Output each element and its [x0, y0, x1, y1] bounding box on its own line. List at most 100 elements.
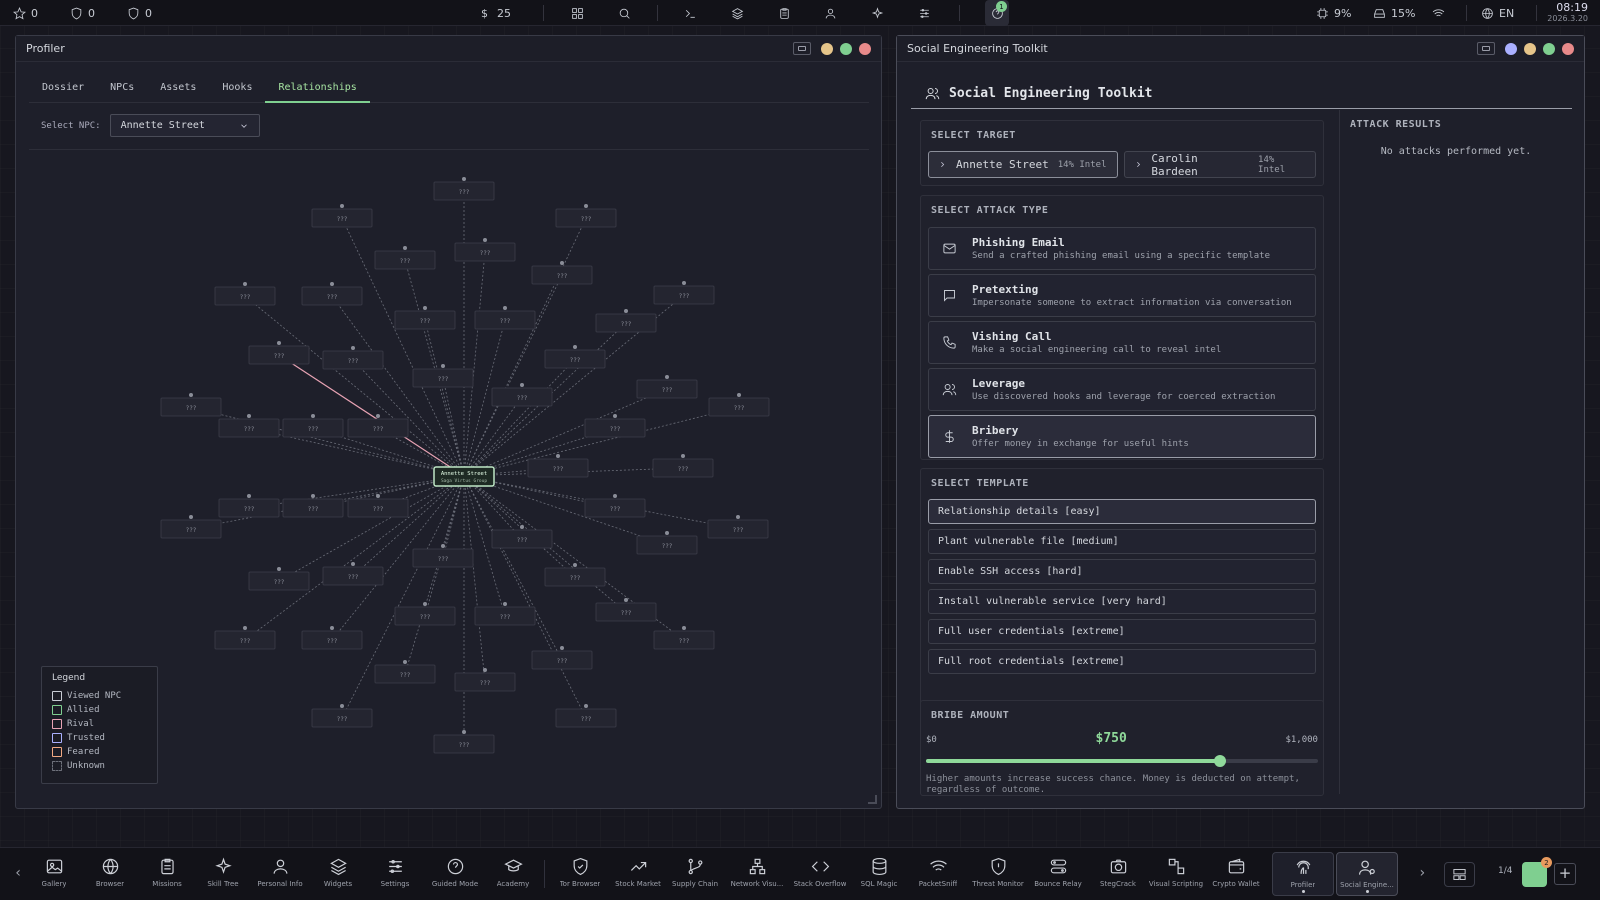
npc-node-unknown[interactable]: ???	[433, 730, 495, 754]
npc-node-unknown[interactable]: ???	[347, 414, 409, 438]
npc-node-unknown[interactable]: ???	[301, 626, 363, 650]
money-counter[interactable]: $ 25	[481, 0, 511, 26]
minimize-button[interactable]	[1524, 42, 1536, 55]
npc-node-unknown[interactable]: ???	[653, 281, 715, 305]
user-button[interactable]	[824, 0, 837, 26]
npc-node-unknown[interactable]: ???	[544, 563, 606, 587]
dock-app-personal-info[interactable]: Personal Info	[249, 852, 311, 896]
template-plant-vulnerable-file[interactable]: Plant vulnerable file [medium]	[928, 529, 1316, 554]
npc-node-unknown[interactable]: ???	[454, 668, 516, 692]
dock-app-academy[interactable]: Academy	[482, 852, 544, 896]
npc-node-unknown[interactable]: ???	[555, 704, 617, 728]
dock-app-stock-market[interactable]: Stock Market	[607, 852, 669, 896]
dock-app-skill-tree[interactable]: Skill Tree	[192, 852, 254, 896]
template-enable-ssh[interactable]: Enable SSH access [hard]	[928, 559, 1316, 584]
chat-button[interactable]: 2	[1522, 857, 1552, 887]
npc-node-unknown[interactable]: ???	[347, 494, 409, 518]
language-selector[interactable]: EN	[1481, 0, 1514, 26]
template-root-credentials[interactable]: Full root credentials [extreme]	[928, 649, 1316, 674]
npc-node-unknown[interactable]: ???	[160, 515, 222, 539]
attack-leverage[interactable]: Leverage Use discovered hooks and leverag…	[928, 368, 1316, 411]
npc-node-unknown[interactable]: ???	[707, 515, 769, 539]
npc-node-unknown[interactable]: ???	[544, 345, 606, 369]
npc-node-unknown[interactable]: ???	[311, 204, 373, 228]
npc-node-unknown[interactable]: ???	[412, 544, 474, 568]
target-annette-street[interactable]: Annette Street 14% Intel	[928, 151, 1118, 178]
npc-node-unknown[interactable]: ???	[301, 282, 363, 306]
npc-node-unknown[interactable]: ???	[160, 393, 222, 417]
workspace-pager[interactable]: 1/4	[1498, 866, 1512, 876]
shield-counter-a[interactable]: 0	[70, 0, 95, 26]
notifications-button[interactable]: 1	[985, 0, 1009, 26]
dock-app-tor-browser[interactable]: Tor Browser	[549, 852, 611, 896]
bribe-slider-thumb[interactable]	[1214, 755, 1226, 767]
wifi-indicator[interactable]	[1432, 0, 1445, 26]
npc-node-unknown[interactable]: ???	[218, 414, 280, 438]
npc-node-unknown[interactable]: ???	[584, 494, 646, 518]
dock-app-stack-overflow[interactable]: Stack Overflow	[789, 852, 851, 896]
npc-node-unknown[interactable]: ???	[653, 626, 715, 650]
dock-app-gallery[interactable]: Gallery	[23, 852, 85, 896]
dock-app-widgets[interactable]: Widgets	[307, 852, 369, 896]
npc-node-unknown[interactable]: ???	[218, 494, 280, 518]
info-button[interactable]	[1505, 42, 1517, 55]
search-button[interactable]	[618, 0, 631, 26]
dock-app-browser[interactable]: Browser	[79, 852, 141, 896]
npc-node-unknown[interactable]: ???	[652, 454, 714, 478]
layers-button[interactable]	[731, 0, 744, 26]
dock-app-threat-monitor[interactable]: Threat Monitor	[967, 852, 1029, 896]
npc-node-unknown[interactable]: ???	[636, 531, 698, 555]
template-relationship-details[interactable]: Relationship details [easy]	[928, 499, 1316, 524]
npc-node-unknown[interactable]: ???	[527, 454, 589, 478]
npc-node-unknown[interactable]: ???	[248, 341, 310, 365]
dock-app-stegcrack[interactable]: StegCrack	[1087, 852, 1149, 896]
attack-pretexting[interactable]: Pretexting Impersonate someone to extract…	[928, 274, 1316, 317]
attack-bribery[interactable]: Bribery Offer money in exchange for usefu…	[928, 415, 1316, 458]
close-button[interactable]	[1562, 42, 1574, 55]
grid-button[interactable]	[571, 0, 584, 26]
dock-app-supply-chain[interactable]: Supply Chain	[664, 852, 726, 896]
dock-app-bounce-relay[interactable]: Bounce Relay	[1027, 852, 1089, 896]
npc-node-unknown[interactable]: ???	[248, 567, 310, 591]
npc-node-unknown[interactable]: ???	[531, 646, 593, 670]
attack-vishing-call[interactable]: Vishing Call Make a social engineering ca…	[928, 321, 1316, 364]
npc-node-unknown[interactable]: ???	[595, 598, 657, 622]
npc-node-unknown[interactable]: ???	[584, 414, 646, 438]
add-workspace-button[interactable]: +	[1554, 863, 1576, 885]
stars-counter[interactable]: 0	[13, 0, 38, 26]
npc-node-unknown[interactable]: ???	[374, 246, 436, 270]
dock-app-packetsniff[interactable]: PacketSniff	[907, 852, 969, 896]
npc-node-unknown[interactable]: ???	[311, 704, 373, 728]
dock-app-missions[interactable]: Missions	[136, 852, 198, 896]
npc-node-unknown[interactable]: ???	[708, 393, 770, 417]
maximize-button[interactable]	[1543, 42, 1555, 55]
settings-button[interactable]	[918, 0, 931, 26]
npc-node-unknown[interactable]: ???	[474, 602, 536, 626]
npc-node-unknown[interactable]: ???	[491, 383, 553, 407]
dock-app-profiler[interactable]: Profiler	[1272, 852, 1334, 896]
dock-app-visual-scripting[interactable]: Visual Scripting	[1145, 852, 1207, 896]
npc-node-unknown[interactable]: ???	[531, 261, 593, 285]
template-user-credentials[interactable]: Full user credentials [extreme]	[928, 619, 1316, 644]
dock-scroll-right[interactable]: ›	[1418, 865, 1426, 881]
dock-app-social-engine[interactable]: Social Engine...	[1336, 852, 1398, 896]
dock-scroll-left[interactable]: ‹	[14, 865, 22, 881]
shield-counter-b[interactable]: 0	[127, 0, 152, 26]
dock-app-guided-mode[interactable]: Guided Mode	[424, 852, 486, 896]
skills-button[interactable]	[871, 0, 884, 26]
dock-app-network-visu[interactable]: Network Visu...	[726, 852, 788, 896]
npc-node-center[interactable]: Annette StreetSaga Virtus Group	[433, 466, 495, 487]
npc-node-unknown[interactable]: ???	[595, 309, 657, 333]
target-carolin-bardeen[interactable]: Carolin Bardeen 14% Intel	[1123, 151, 1316, 178]
npc-node-unknown[interactable]: ???	[636, 375, 698, 399]
attack-phishing-email[interactable]: Phishing Email Send a crafted phishing em…	[928, 227, 1316, 270]
resize-handle[interactable]	[868, 795, 877, 804]
template-install-service[interactable]: Install vulnerable service [very hard]	[928, 589, 1316, 614]
npc-node-unknown[interactable]: ???	[454, 238, 516, 262]
terminal-button[interactable]	[684, 0, 697, 26]
npc-node-unknown[interactable]: ???	[394, 306, 456, 330]
npc-node-unknown[interactable]: ???	[214, 282, 276, 306]
bribe-slider[interactable]	[926, 755, 1318, 767]
snap-button[interactable]	[1477, 42, 1495, 55]
dock-app-crypto-wallet[interactable]: Crypto Wallet	[1205, 852, 1267, 896]
